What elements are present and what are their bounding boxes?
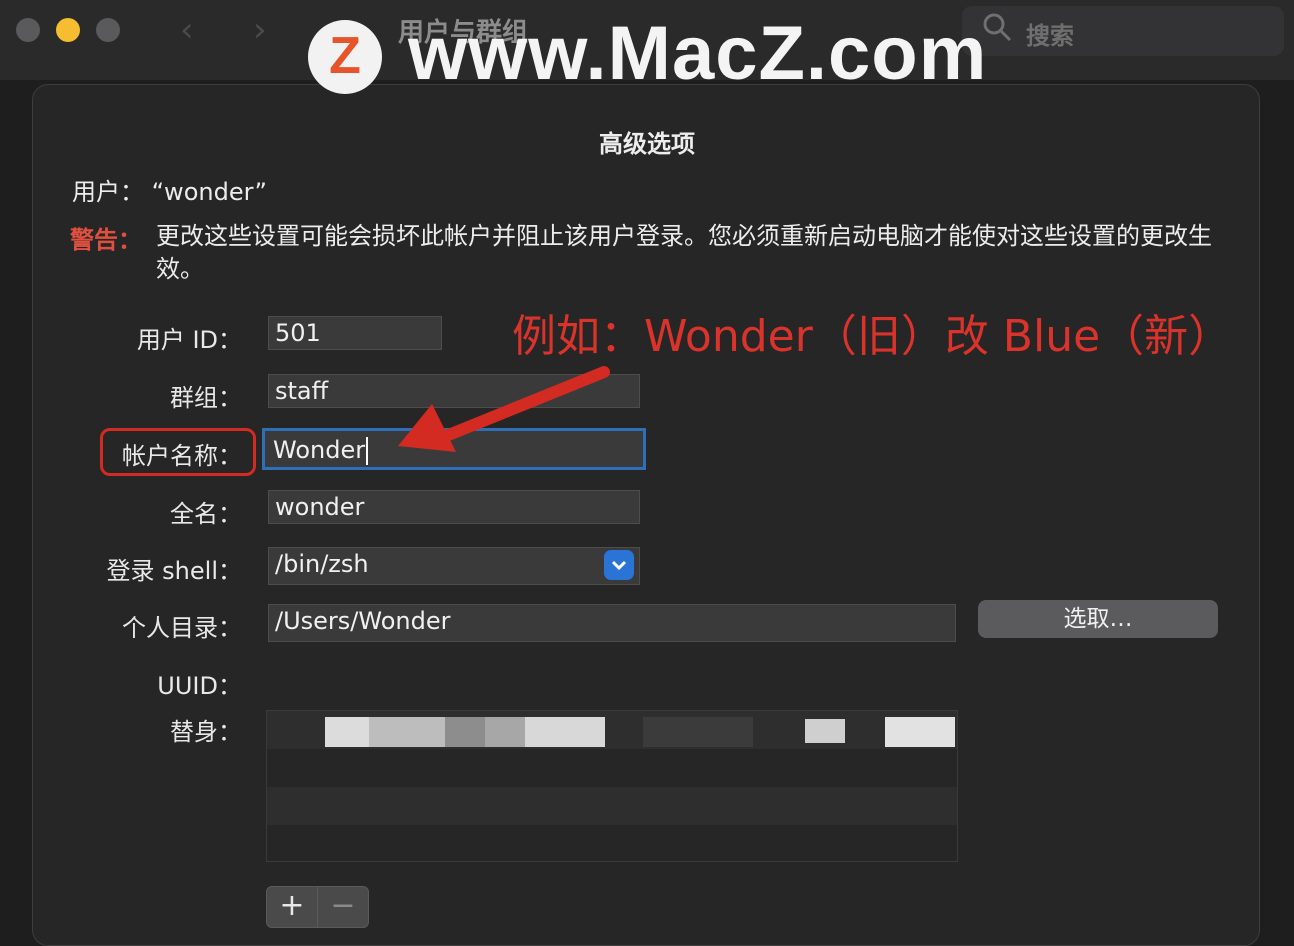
red-arrow-icon (398, 366, 610, 452)
watermark-logo: Z (308, 20, 382, 94)
watermark-text: www.MacZ.com (408, 11, 988, 96)
watermark-logo-letter: Z (329, 27, 361, 85)
